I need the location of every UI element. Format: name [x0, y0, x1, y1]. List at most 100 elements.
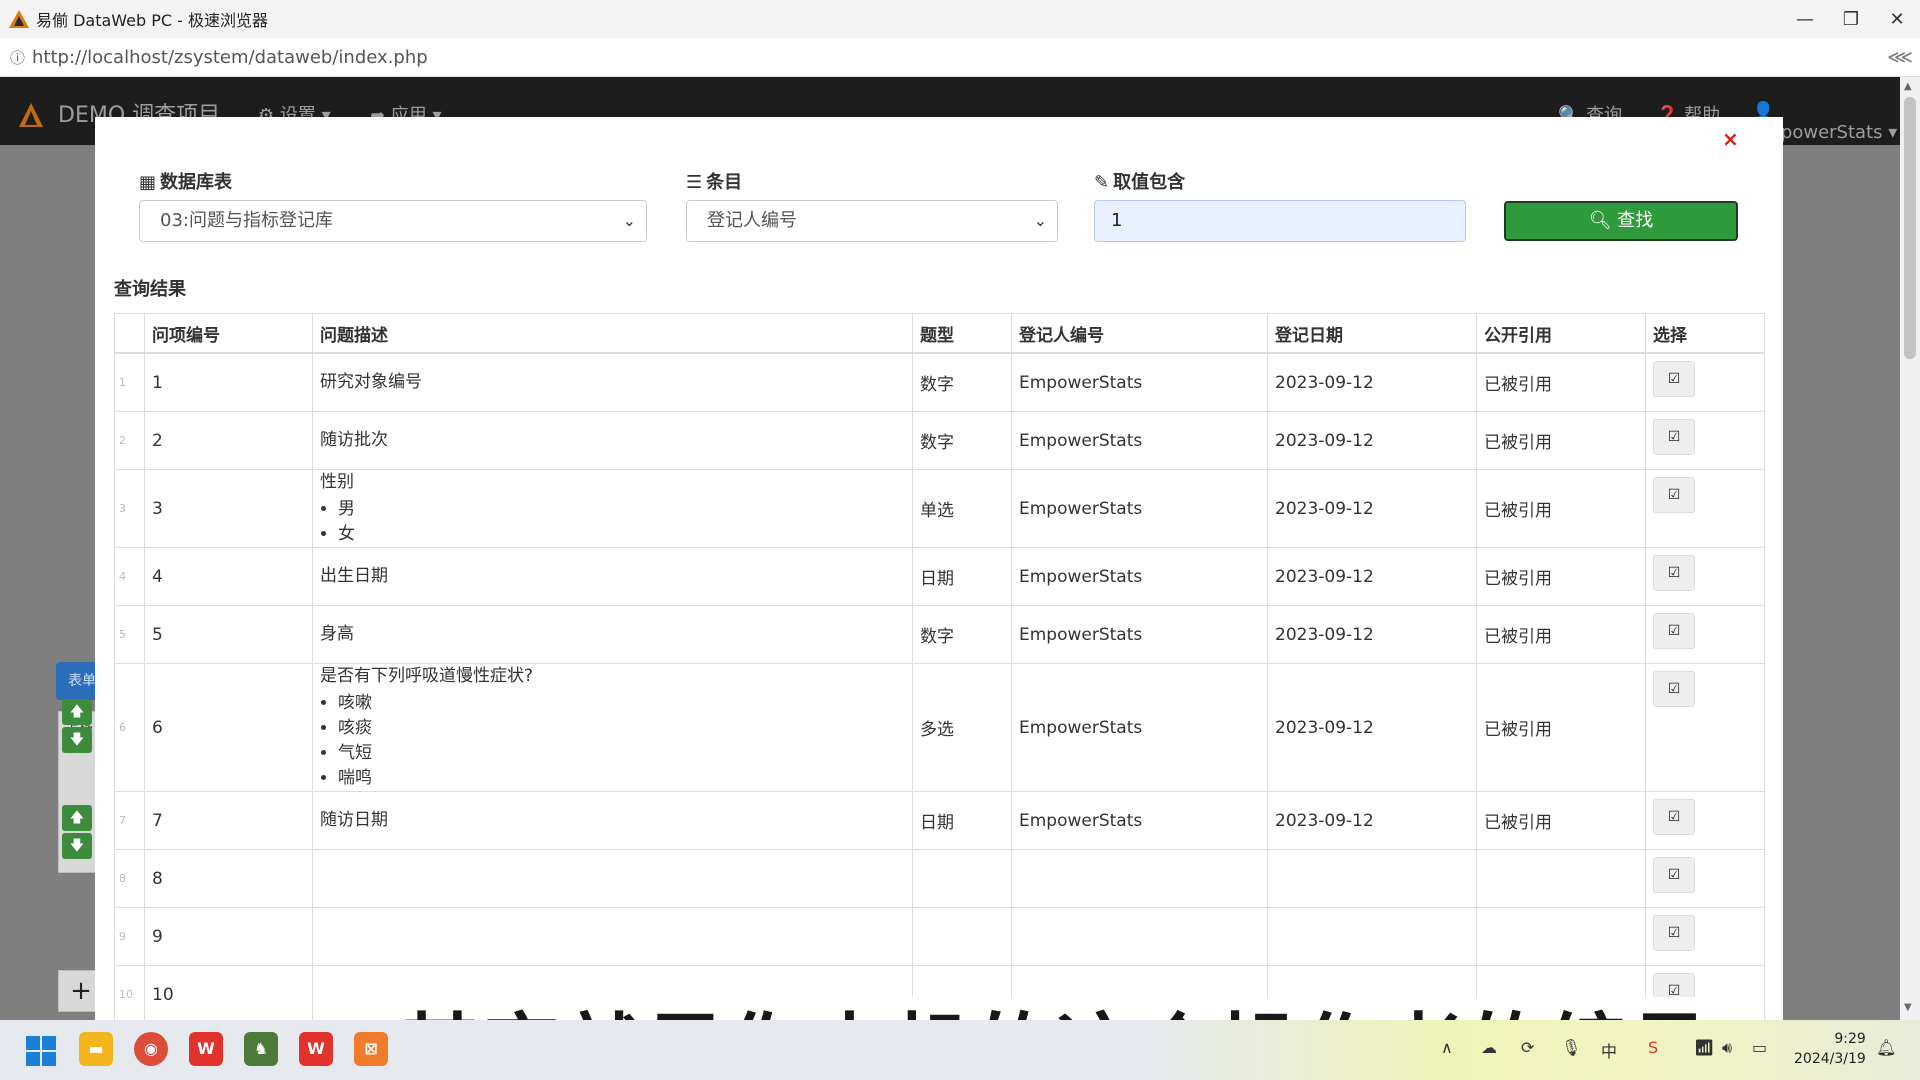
row-number: 5 — [114, 605, 145, 664]
cell-id: 6 — [144, 663, 313, 792]
wps-icon[interactable]: W — [189, 1032, 223, 1066]
cell-date: 2023-09-12 — [1267, 411, 1477, 470]
window-title: 易偂 DataWeb PC - 极速浏览器 — [36, 11, 269, 30]
select-check-icon[interactable]: ☑ — [1653, 915, 1695, 951]
cell-select: ☑ — [1645, 791, 1765, 850]
xampp-icon[interactable]: ⊠ — [354, 1032, 388, 1066]
move-down-button[interactable]: 🡇 — [62, 727, 92, 753]
file-explorer-icon[interactable]: ▬ — [79, 1032, 113, 1066]
table-select-value: 03:问题与指标登记库 — [160, 210, 333, 231]
col-desc-header[interactable]: 问题描述 — [312, 313, 913, 354]
clock-time: 9:29 — [1834, 1031, 1866, 1047]
cell-ref: 已被引用 — [1476, 605, 1646, 664]
cell-id: 8 — [144, 849, 313, 908]
move-up-button-2[interactable]: 🡅 — [62, 805, 92, 831]
cell-user — [1011, 907, 1268, 966]
cell-user: EmpowerStats — [1011, 469, 1268, 548]
start-menu-icon[interactable] — [24, 1034, 58, 1068]
cell-id: 5 — [144, 605, 313, 664]
cell-date: 2023-09-12 — [1267, 469, 1477, 548]
clock-date: 2024/3/19 — [1794, 1051, 1866, 1067]
url-field[interactable]: http://localhost/zsystem/dataweb/index.p… — [32, 47, 1880, 68]
option-item: 男 — [338, 497, 905, 522]
browser-icon[interactable]: ◉ — [134, 1032, 168, 1066]
cell-type — [912, 849, 1012, 908]
select-check-icon[interactable]: ☑ — [1653, 671, 1695, 707]
col-ref-header[interactable]: 公开引用 — [1476, 313, 1646, 354]
select-check-icon[interactable]: ☑ — [1653, 857, 1695, 893]
table-row: 7 7 随访日期 日期 EmpowerStats 2023-09-12 已被引用 ☑ — [114, 791, 1765, 850]
cell-id: 10 — [144, 965, 313, 1020]
table-row: 66 是否有下列呼吸道慢性症状? 咳嗽咳痰气短喘鸣多选EmpowerStats202… — [114, 663, 1765, 792]
microphone-icon[interactable]: 🎙︎ — [1561, 1038, 1581, 1057]
item-select-value: 登记人编号 — [707, 210, 797, 231]
brand-logo-icon — [19, 103, 43, 127]
wps-tray-icon[interactable]: S — [1648, 1038, 1658, 1057]
restore-button[interactable]: ❐ — [1828, 0, 1874, 38]
cell-select: ☑ — [1645, 411, 1765, 470]
app-icon[interactable]: ♞ — [244, 1032, 278, 1066]
app-logo-icon — [9, 10, 29, 28]
scroll-down-icon[interactable]: ▼ — [1904, 1002, 1912, 1013]
cell-ref: 已被引用 — [1476, 547, 1646, 606]
col-date-header[interactable]: 登记日期 — [1267, 313, 1477, 354]
cell-date: 2023-09-12 — [1267, 791, 1477, 850]
contains-input[interactable]: 1 — [1094, 200, 1466, 242]
wps-office-icon[interactable]: W — [299, 1032, 333, 1066]
query-modal: × ▦ 数据库表 03:问题与指标登记库 ⌄ ☰ 条目 登记人编号 ⌄ ✎ 取值包含 … — [95, 117, 1783, 1020]
select-check-icon[interactable]: ☑ — [1653, 555, 1695, 591]
chevron-down-icon: ⌄ — [1033, 211, 1047, 230]
cell-ref — [1476, 849, 1646, 908]
tray-expand-icon[interactable]: ∧ — [1441, 1038, 1453, 1057]
search-button-label: 查找 — [1617, 210, 1654, 231]
cell-user: EmpowerStats — [1011, 663, 1268, 792]
cell-select: ☑ — [1645, 605, 1765, 664]
col-user-header[interactable]: 登记人编号 — [1011, 313, 1268, 354]
wifi-icon[interactable]: 📶︎ — [1694, 1038, 1714, 1057]
sync-icon[interactable]: ⟳ — [1521, 1038, 1534, 1057]
taskbar: ▬ ◉ W ♞ W ⊠ ∧ ☁ ⟳ 🎙︎ 中 S 📶︎ 🔊︎ ▭ 9:29 20… — [0, 1020, 1920, 1080]
scrollbar-thumb[interactable] — [1904, 97, 1916, 359]
cell-type: 数字 — [912, 411, 1012, 470]
volume-icon[interactable]: 🔊︎ — [1722, 1038, 1732, 1058]
move-down-button-2[interactable]: 🡇 — [62, 833, 92, 859]
move-up-button[interactable]: 🡅 — [62, 699, 92, 725]
option-list: 咳嗽咳痰气短喘鸣 — [320, 691, 905, 791]
ime-indicator[interactable]: 中 — [1601, 1038, 1617, 1062]
cell-desc — [312, 907, 913, 966]
table-select[interactable]: 03:问题与指标登记库 ⌄ — [139, 200, 647, 242]
col-select-header: 选择 — [1645, 313, 1765, 354]
results-body: 1 1 研究对象编号 数字 EmpowerStats 2023-09-12 已被引用 ☑ 2 2 随… — [114, 352, 1765, 1020]
table-label: ▦ 数据库表 — [139, 172, 233, 193]
scroll-up-icon[interactable]: ▲ — [1904, 81, 1912, 92]
table-row: 2 2 随访批次 数字 EmpowerStats 2023-09-12 已被引用 ☑ — [114, 411, 1765, 470]
item-select[interactable]: 登记人编号 ⌄ — [686, 200, 1058, 242]
col-type-header[interactable]: 题型 — [912, 313, 1012, 354]
share-icon[interactable]: ⋘ — [1880, 47, 1920, 68]
cell-type: 多选 — [912, 663, 1012, 792]
cell-desc: 身高 — [312, 605, 913, 664]
cell-user: EmpowerStats — [1011, 411, 1268, 470]
search-button[interactable]: 🔍︎ 查找 — [1504, 201, 1738, 241]
select-check-icon[interactable]: ☑ — [1653, 477, 1695, 513]
onedrive-icon[interactable]: ☁ — [1481, 1038, 1497, 1057]
modal-close-button[interactable]: × — [1722, 127, 1739, 151]
cell-ref — [1476, 907, 1646, 966]
select-check-icon[interactable]: ☑ — [1653, 419, 1695, 455]
info-icon[interactable]: ⓘ — [10, 47, 32, 68]
contains-label: ✎ 取值包含 — [1094, 172, 1186, 193]
cell-type: 单选 — [912, 469, 1012, 548]
battery-icon[interactable]: ▭ — [1752, 1038, 1767, 1057]
minimize-button[interactable]: — — [1782, 0, 1828, 38]
select-check-icon[interactable]: ☑ — [1653, 361, 1695, 397]
select-check-icon[interactable]: ☑ — [1653, 613, 1695, 649]
option-item: 女 — [338, 522, 905, 547]
col-id-header[interactable]: 问项编号 — [144, 313, 313, 354]
notification-bell-icon[interactable]: 🔔︎ — [1876, 1038, 1896, 1057]
select-check-icon[interactable]: ☑ — [1653, 799, 1695, 835]
cell-type: 日期 — [912, 791, 1012, 850]
close-window-button[interactable]: ✕ — [1874, 0, 1920, 38]
question-text: 是否有下列呼吸道慢性症状? — [320, 666, 534, 686]
system-clock[interactable]: 9:29 2024/3/19 — [1794, 1029, 1866, 1069]
page-scrollbar[interactable]: ▲ ▼ — [1900, 77, 1920, 1020]
